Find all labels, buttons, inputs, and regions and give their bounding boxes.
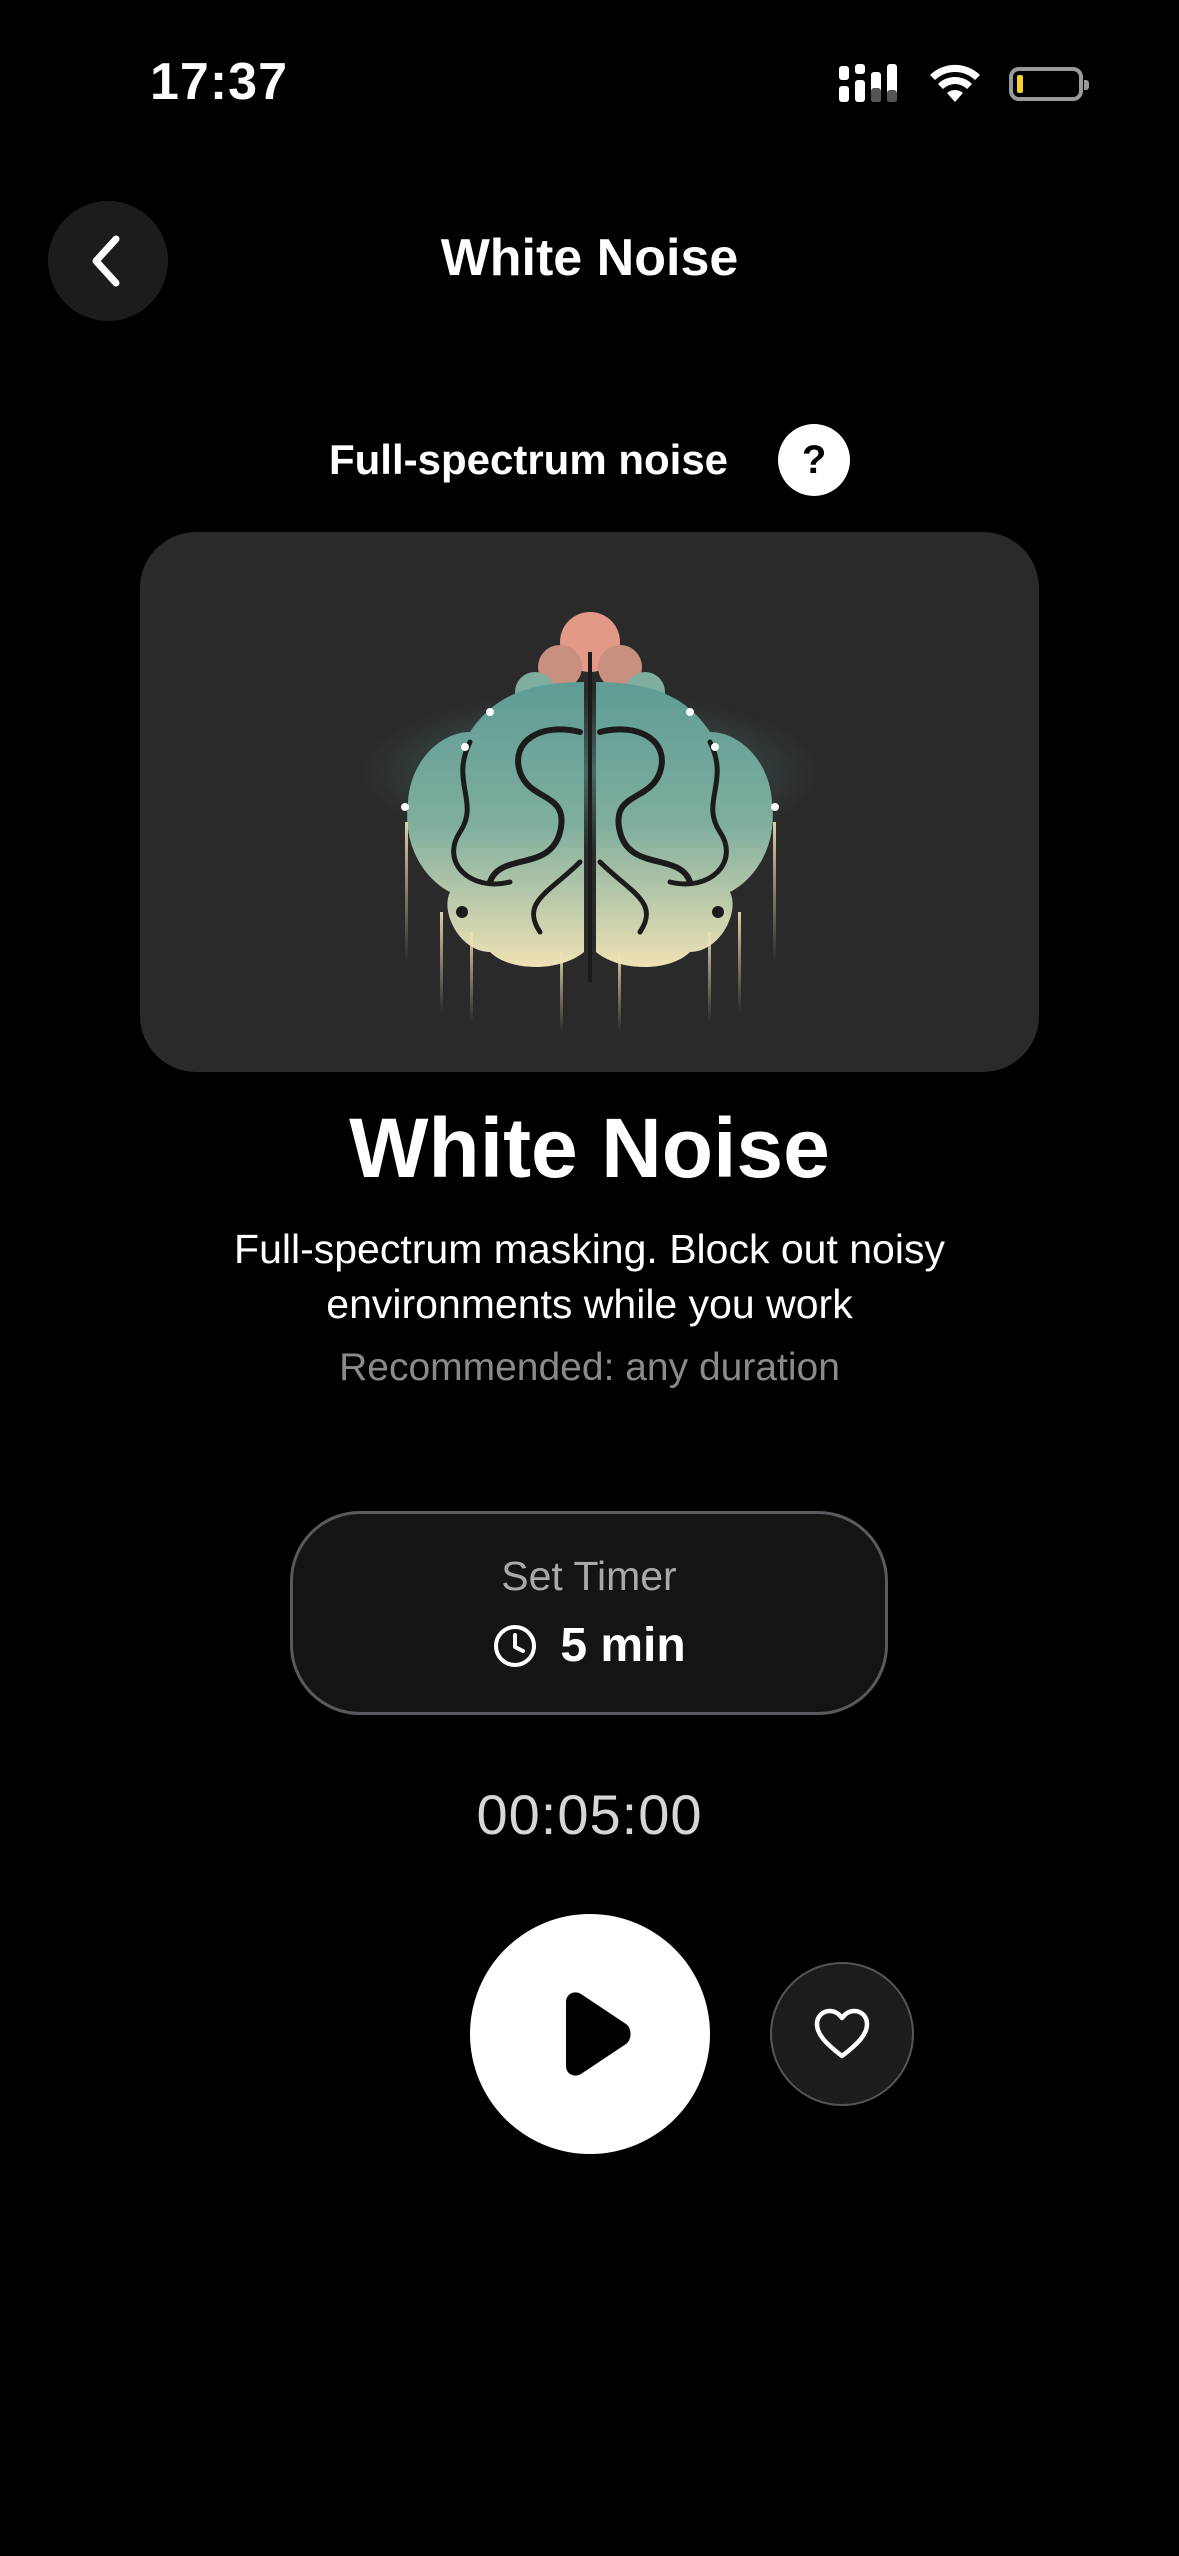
play-icon xyxy=(566,1992,631,2076)
countdown-display: 00:05:00 xyxy=(476,1783,703,1846)
sound-category-label: Full-spectrum noise xyxy=(328,436,729,483)
play-button[interactable] xyxy=(470,1914,710,2154)
sound-title: White Noise xyxy=(349,1101,830,1195)
wifi-icon xyxy=(930,64,980,102)
sound-description: Full-spectrum masking. Block out noisy e… xyxy=(234,1226,945,1327)
status-time: 17:37 xyxy=(150,53,288,111)
help-button[interactable]: ? xyxy=(778,424,851,496)
set-timer-label: Set Timer xyxy=(501,1553,677,1599)
sound-artwork-card xyxy=(140,532,1039,1072)
question-icon: ? xyxy=(801,437,827,482)
status-icons xyxy=(839,64,1089,104)
battery-low-icon xyxy=(1009,67,1089,101)
heart-icon xyxy=(814,2008,870,2059)
timer-duration: 5 min xyxy=(560,1619,686,1672)
set-timer-button[interactable]: Set Timer 5 min xyxy=(290,1511,888,1715)
timer-value-row: 5 min xyxy=(492,1618,686,1673)
cellular-signal-icon xyxy=(839,64,897,102)
clock-icon xyxy=(494,1624,537,1667)
brain-illustration xyxy=(360,612,820,1032)
favorite-button[interactable] xyxy=(770,1962,914,2106)
recommended-duration: Recommended: any duration xyxy=(339,1346,840,1389)
page-title: White Noise xyxy=(440,229,739,287)
sound-category-row: Full-spectrum noise ? xyxy=(0,424,1179,496)
